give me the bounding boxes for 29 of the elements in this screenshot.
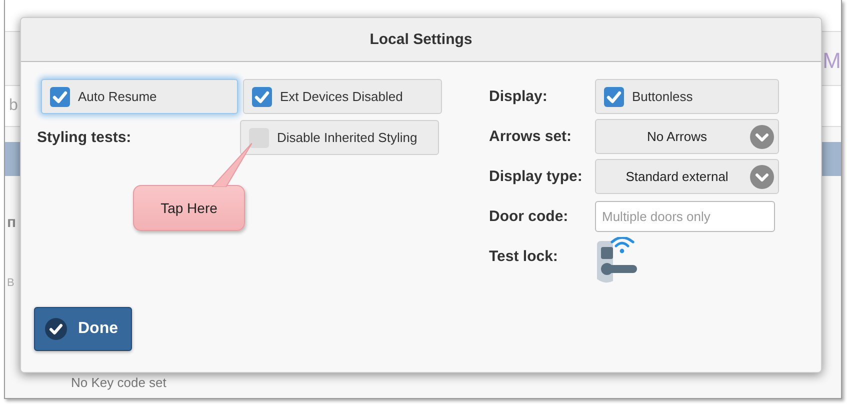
callout-text: Tap Here <box>160 200 218 216</box>
field-label: Display type: <box>489 168 584 185</box>
page-text: B <box>7 277 14 289</box>
page-text: п <box>7 214 16 231</box>
dropdown[interactable]: Standard external <box>595 159 779 194</box>
checkbox[interactable] <box>604 86 624 106</box>
chevron-down-icon <box>750 164 774 188</box>
input-field[interactable]: Multiple doors only <box>595 201 775 232</box>
checkbox[interactable] <box>50 86 70 106</box>
page-text: b <box>9 97 18 115</box>
checkbox[interactable] <box>252 86 272 106</box>
checkbox-button[interactable]: Buttonless <box>595 79 779 114</box>
field-label: Styling tests: <box>36 129 132 146</box>
chevron-down-icon <box>750 124 774 148</box>
done-button[interactable]: Done <box>34 307 132 351</box>
page-text: No Key code set <box>71 375 166 390</box>
field-label: Display: <box>489 88 548 105</box>
field-label: Test lock: <box>489 248 559 265</box>
checkbox[interactable] <box>249 128 269 148</box>
page-text: M <box>822 48 841 74</box>
checkbox-button[interactable]: Ext Devices Disabled <box>243 79 442 114</box>
dialog-title: Local Settings <box>370 31 472 48</box>
field-label: Arrows set: <box>489 128 573 145</box>
field-label: Door code: <box>489 208 570 225</box>
check-icon <box>45 318 67 340</box>
checkbox-button[interactable]: Auto Resume <box>41 79 238 114</box>
dropdown[interactable]: No Arrows <box>595 119 779 154</box>
smart-lock-icon[interactable] <box>595 236 639 284</box>
checkbox-button[interactable]: Disable Inherited Styling <box>240 120 439 155</box>
